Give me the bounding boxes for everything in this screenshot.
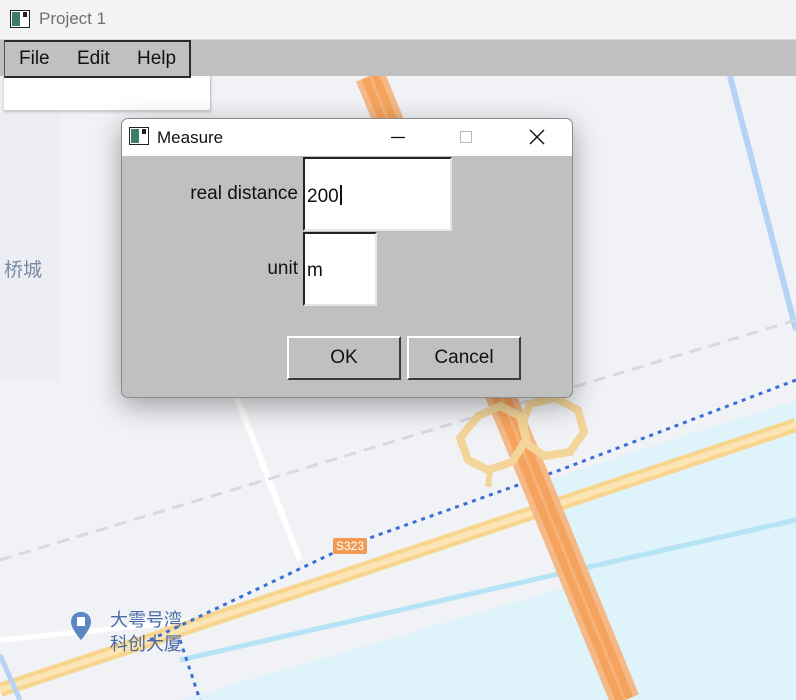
dialog-app-icon xyxy=(129,127,149,145)
unit-input[interactable]: m xyxy=(303,232,377,306)
minimize-button[interactable] xyxy=(374,119,420,156)
close-icon xyxy=(529,129,545,145)
distance-label: real distance xyxy=(190,183,298,204)
unit-label: unit xyxy=(267,258,298,279)
side-panel xyxy=(4,76,211,111)
close-button[interactable] xyxy=(514,119,560,156)
maximize-button xyxy=(443,119,489,156)
ok-button[interactable]: OK xyxy=(287,336,401,380)
minimize-icon xyxy=(391,136,405,139)
dialog-title: Measure xyxy=(157,128,224,147)
map-label-poi-line1: 大雩号湾 xyxy=(110,610,182,630)
app-icon xyxy=(10,10,30,28)
dialog-titlebar[interactable]: Measure xyxy=(122,119,572,156)
menu-bar: File Edit Help xyxy=(0,40,796,78)
distance-input[interactable]: 200 xyxy=(303,157,452,231)
distance-value: 200 xyxy=(307,186,339,207)
cancel-button[interactable]: Cancel xyxy=(407,336,521,380)
text-caret xyxy=(339,185,342,205)
menu-group: File Edit Help xyxy=(4,40,191,78)
menu-help[interactable]: Help xyxy=(137,48,176,70)
map-label-district: 桥城 xyxy=(4,260,43,281)
menu-file[interactable]: File xyxy=(19,48,50,70)
window-title: Project 1 xyxy=(39,9,107,28)
road-badge: S323 xyxy=(333,538,368,554)
measure-dialog: Measure real distance 200 unit m OK Canc… xyxy=(121,118,573,398)
window-titlebar[interactable]: Project 1 xyxy=(0,0,796,40)
map-label-poi-line2: 科创大厦 xyxy=(110,634,182,654)
menu-edit[interactable]: Edit xyxy=(77,48,110,70)
maximize-icon xyxy=(460,131,472,143)
map-poi-pin-icon[interactable] xyxy=(71,612,91,640)
unit-value: m xyxy=(307,260,323,281)
